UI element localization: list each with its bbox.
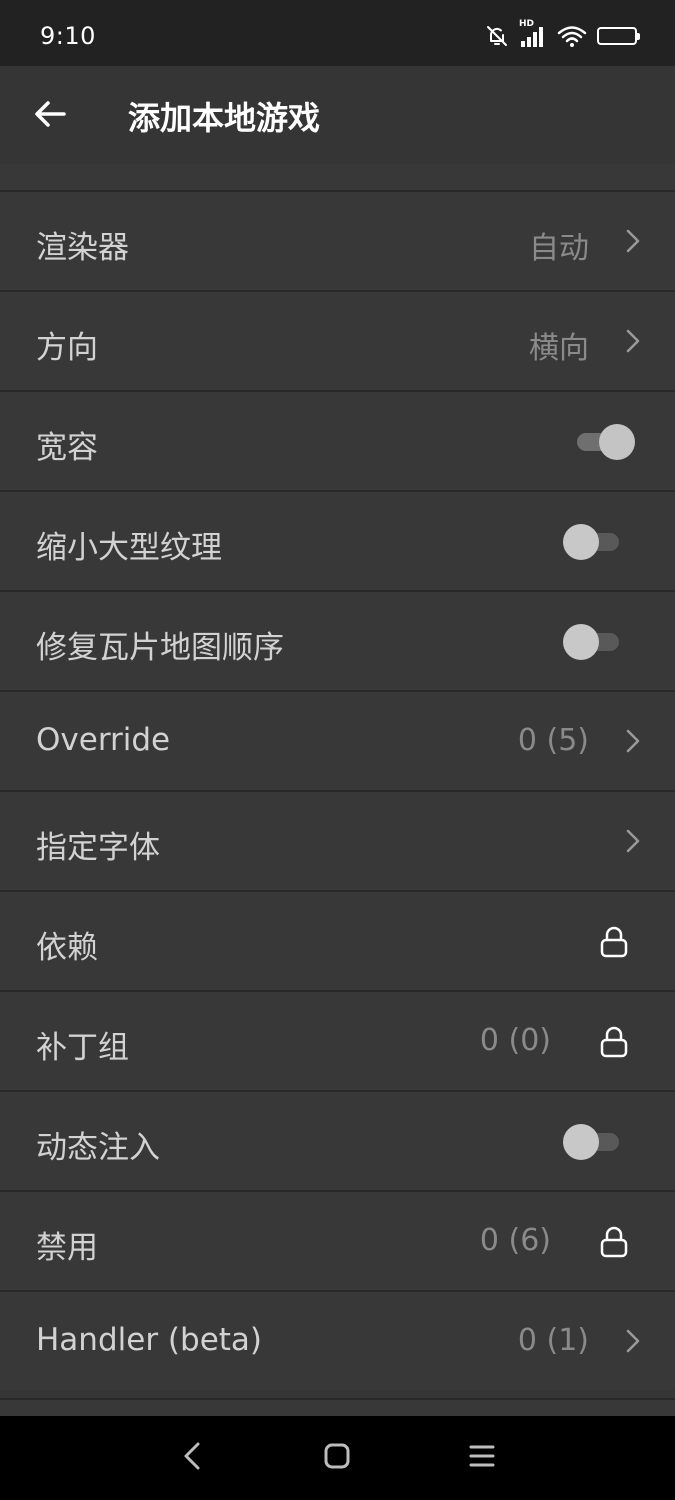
settings-row[interactable]: Override 0 (5)	[0, 690, 675, 790]
settings-row[interactable]: 渲染器 自动	[0, 190, 675, 290]
nav-back-icon	[182, 1441, 202, 1475]
nav-back-button[interactable]	[172, 1438, 212, 1478]
settings-row-value: 0 (5)	[517, 723, 589, 758]
battery-tip	[637, 33, 640, 40]
lock-icon[interactable]	[599, 1026, 629, 1058]
toggle-knob	[563, 524, 599, 560]
settings-row-label: 指定字体	[36, 830, 160, 866]
settings-row[interactable]: 缩小大型纹理	[0, 490, 675, 590]
wifi-icon	[557, 25, 587, 47]
settings-row[interactable]: Handler (beta) 0 (1)	[0, 1290, 675, 1390]
settings-row-value: 自动	[529, 231, 589, 266]
toggle-switch[interactable]	[577, 424, 635, 460]
settings-row-label: 缩小大型纹理	[36, 530, 222, 566]
navigation-bar	[0, 1416, 675, 1500]
settings-row[interactable]: 方向 横向	[0, 290, 675, 390]
settings-row[interactable]: 禁用 0 (6)	[0, 1190, 675, 1290]
settings-row-value: 0 (0)	[479, 1023, 551, 1058]
chevron-right-icon	[623, 228, 643, 254]
settings-row[interactable]: 依赖	[0, 890, 675, 990]
settings-row-label: 方向	[36, 330, 98, 366]
settings-row[interactable]: 补丁组 0 (0)	[0, 990, 675, 1090]
status-bar: 9:10 HD 73	[0, 0, 675, 66]
nav-menu-icon	[468, 1443, 496, 1473]
chevron-right-icon	[623, 728, 643, 754]
status-icons: HD 73	[485, 19, 640, 48]
app-bar: 添加本地游戏	[0, 66, 675, 164]
settings-row-label: 修复瓦片地图顺序	[36, 630, 284, 666]
settings-list: 渲染器 自动方向 横向宽容缩小大型纹理修复瓦片地图顺序 Override 0 (5) 指定…	[0, 190, 675, 1390]
settings-row-label: 动态注入	[36, 1130, 160, 1166]
toggle-knob	[599, 424, 635, 460]
arrow-left-icon	[34, 100, 66, 132]
battery-level: 73	[608, 28, 626, 42]
chevron-right-icon	[623, 828, 643, 854]
list-top-spacer	[0, 164, 675, 190]
battery-icon: 73	[597, 27, 640, 45]
settings-row-label: 依赖	[36, 930, 98, 966]
settings-row[interactable]: 宽容	[0, 390, 675, 490]
lock-icon[interactable]	[599, 926, 629, 958]
muted-bell-icon	[485, 24, 509, 48]
chevron-right-icon	[623, 328, 643, 354]
toggle-switch[interactable]	[563, 1124, 621, 1160]
page-title: 添加本地游戏	[128, 99, 321, 137]
settings-row[interactable]: 动态注入	[0, 1090, 675, 1190]
signal-icon: HD	[519, 19, 547, 47]
toggle-switch[interactable]	[563, 524, 621, 560]
nav-home-button[interactable]	[317, 1438, 357, 1478]
toggle-switch[interactable]	[563, 624, 621, 660]
settings-row-value: 0 (6)	[479, 1223, 551, 1258]
settings-row-value: 0 (1)	[517, 1323, 589, 1358]
nav-menu-button[interactable]	[462, 1438, 502, 1478]
chevron-right-icon	[623, 1328, 643, 1354]
lock-icon[interactable]	[599, 1226, 629, 1258]
settings-row-label: Override	[36, 722, 171, 758]
toggle-knob	[563, 1124, 599, 1160]
settings-row-label: 补丁组	[36, 1030, 129, 1066]
signal-hd-label: HD	[519, 19, 535, 29]
list-bottom-strip	[0, 1398, 675, 1416]
settings-row[interactable]: 修复瓦片地图顺序	[0, 590, 675, 690]
toggle-knob	[563, 624, 599, 660]
settings-row-label: 宽容	[36, 430, 98, 466]
settings-row-label: 禁用	[36, 1230, 98, 1266]
nav-home-icon	[323, 1442, 351, 1474]
settings-row-label: 渲染器	[36, 230, 129, 266]
settings-row[interactable]: 指定字体	[0, 790, 675, 890]
settings-row-label: Handler (beta)	[36, 1322, 263, 1358]
settings-row-value: 横向	[529, 331, 589, 366]
back-button[interactable]	[22, 90, 78, 142]
status-time: 9:10	[40, 22, 96, 50]
